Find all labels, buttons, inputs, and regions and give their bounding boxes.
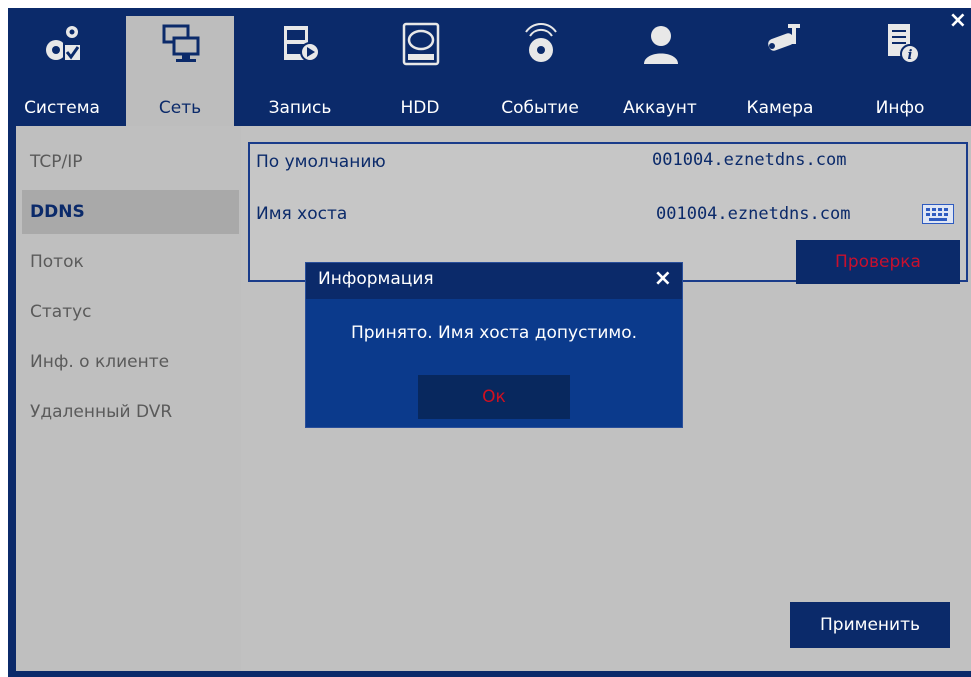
info-document-icon: i bbox=[888, 24, 920, 64]
tab-system-label: Система bbox=[24, 98, 100, 118]
sidebar-item-label: Удаленный DVR bbox=[30, 402, 173, 422]
sidebar-item-label: Поток bbox=[30, 252, 84, 272]
keyboard-icon[interactable] bbox=[922, 204, 954, 224]
tab-network[interactable]: Сеть bbox=[126, 16, 234, 126]
tab-hdd[interactable]: HDD bbox=[366, 16, 474, 126]
tab-info[interactable]: i Инфо bbox=[846, 16, 954, 126]
ddns-settings-panel: По умолчанию 001004.eznetdns.com Имя хос… bbox=[248, 142, 968, 284]
sidebar-item-label: TCP/IP bbox=[30, 152, 83, 172]
sidebar-item-client-info[interactable]: Инф. о клиенте bbox=[22, 340, 239, 384]
tab-hdd-label: HDD bbox=[400, 98, 440, 118]
tab-record[interactable]: Запись bbox=[246, 16, 354, 126]
sidebar-item-tcpip[interactable]: TCP/IP bbox=[22, 140, 239, 184]
dialog-title: Информация bbox=[318, 269, 434, 289]
dialog-header: Информация × bbox=[306, 263, 682, 299]
gears-check-icon bbox=[46, 26, 82, 62]
ok-button[interactable]: Ок bbox=[418, 375, 570, 419]
tab-event[interactable]: Событие bbox=[486, 16, 594, 126]
tab-record-label: Запись bbox=[268, 98, 332, 118]
sidebar-item-remote-dvr[interactable]: Удаленный DVR bbox=[22, 390, 239, 434]
tab-camera-label: Камера bbox=[746, 98, 814, 118]
sidebar-item-ddns[interactable]: DDNS bbox=[22, 190, 239, 234]
sidebar-item-label: Статус bbox=[30, 302, 92, 322]
sidebar-item-label: DDNS bbox=[30, 202, 85, 222]
user-account-icon bbox=[644, 26, 678, 64]
tab-event-label: Событие bbox=[501, 98, 579, 118]
tab-account[interactable]: Аккаунт bbox=[606, 16, 714, 126]
check-button[interactable]: Проверка bbox=[796, 240, 960, 284]
apply-button[interactable]: Применить bbox=[790, 602, 950, 648]
tab-system[interactable]: Система bbox=[8, 16, 116, 126]
network-monitors-icon bbox=[162, 24, 200, 62]
window-close-button[interactable]: × bbox=[949, 8, 967, 33]
sidebar: TCP/IP DDNS Поток Статус Инф. о клиенте … bbox=[16, 126, 241, 671]
tab-info-label: Инфо bbox=[875, 98, 925, 118]
dialog-message: Принято. Имя хоста допустимо. bbox=[350, 323, 638, 343]
tab-camera[interactable]: Камера bbox=[726, 16, 834, 126]
sidebar-item-stream[interactable]: Поток bbox=[22, 240, 239, 284]
alarm-bell-icon bbox=[525, 23, 557, 62]
sidebar-item-status[interactable]: Статус bbox=[22, 290, 239, 334]
hostname-field[interactable]: 001004.eznetdns.com bbox=[656, 204, 850, 224]
info-dialog: Информация × Принято. Имя хоста допустим… bbox=[305, 262, 683, 428]
hdd-icon bbox=[402, 22, 440, 66]
top-nav-bar: Система Сеть Запись HDD Событие Аккаунт … bbox=[8, 8, 971, 126]
svg-text:i: i bbox=[908, 48, 913, 63]
security-camera-icon bbox=[768, 24, 800, 51]
default-value: 001004.eznetdns.com bbox=[652, 150, 847, 170]
sidebar-item-label: Инф. о клиенте bbox=[30, 352, 170, 372]
tab-account-label: Аккаунт bbox=[623, 98, 697, 118]
dialog-close-button[interactable]: × bbox=[654, 266, 672, 291]
tab-network-label: Сеть bbox=[158, 98, 202, 118]
hostname-label: Имя хоста bbox=[256, 204, 348, 224]
film-record-icon bbox=[284, 26, 320, 62]
default-label: По умолчанию bbox=[256, 152, 386, 172]
